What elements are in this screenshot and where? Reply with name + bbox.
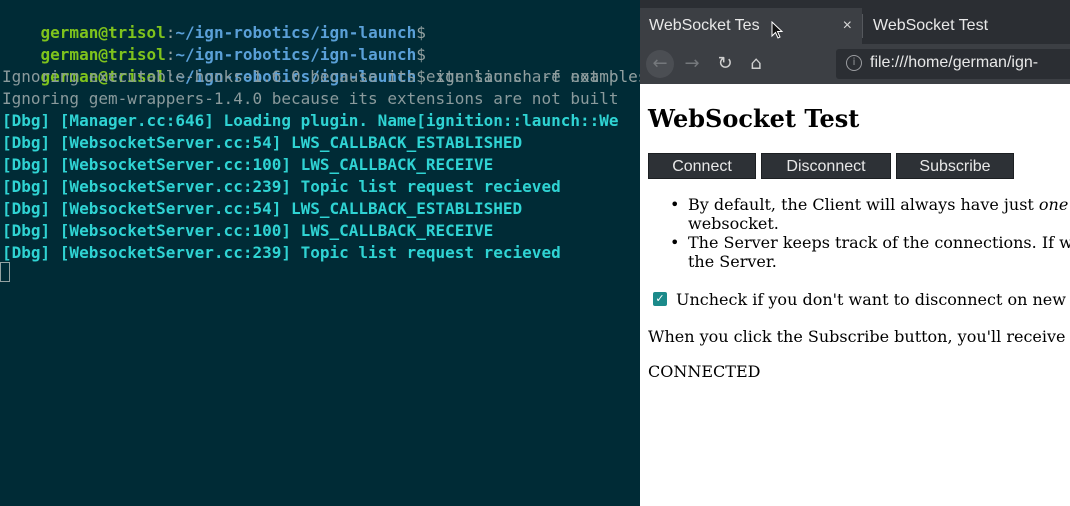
tab-websocket-test[interactable]: WebSocket Test [864,8,1070,44]
connection-status: CONNECTED [648,362,761,381]
bullet-text: By default, the Client will always have … [688,195,1039,214]
browser-window: WebSocket Tes × WebSocket Test ← → ↻ ⌂ i… [640,0,1070,506]
home-icon[interactable]: ⌂ [744,52,768,76]
terminal-prompt-line: german@trisol:~/ign-robotics/ign-launch$ [2,22,426,64]
url-bar[interactable]: i file:///home/german/ign- [836,49,1070,79]
terminal-output-line: [Dbg] [WebsocketServer.cc:100] LWS_CALLB… [2,155,494,174]
terminal-command-line: german@trisol:~/ign-robotics/ign-launch$… [2,44,640,86]
forward-arrow-icon[interactable]: → [680,52,704,76]
back-button[interactable]: ← [646,50,674,78]
terminal-output-line: [Dbg] [WebsocketServer.cc:100] LWS_CALLB… [2,221,494,240]
bullet-text: websocket. [688,214,779,233]
reload-icon[interactable]: ↻ [713,52,737,76]
terminal-window[interactable]: german@trisol:~/ign-robotics/ign-launch$… [0,0,640,506]
bullet-emphasis: one [1038,195,1069,214]
tab-divider [862,14,863,38]
checkbox-label: Uncheck if you don't want to disconnect … [676,290,1070,309]
tab-bar: WebSocket Tes × WebSocket Test [640,0,1070,44]
tab-websocket-test-active[interactable]: WebSocket Tes × [640,8,862,44]
tab-label: WebSocket Tes [649,17,760,34]
list-item: The Server keeps track of the connection… [670,233,1070,271]
info-list: By default, the Client will always have … [670,195,1070,271]
navigation-toolbar: ← → ↻ ⌂ i file:///home/german/ign- [640,44,1070,84]
info-icon[interactable]: i [846,55,862,71]
subscribe-button[interactable]: Subscribe [896,153,1014,179]
terminal-prompt-line: german@trisol:~/ign-robotics/ign-launch$ [2,0,426,42]
back-arrow-icon: ← [652,53,668,74]
terminal-output-line: [Dbg] [WebsocketServer.cc:239] Topic lis… [2,243,561,262]
page-title: WebSocket Test [648,104,860,133]
disconnect-button[interactable]: Disconnect [761,153,891,179]
bullet-text: the Server. [688,252,777,271]
mouse-pointer-icon [771,21,784,39]
terminal-output-line: Ignoring executable-hooks-1.6.0 because … [2,67,619,86]
subscribe-info: When you click the Subscribe button, you… [648,327,1070,346]
terminal-cursor [0,262,10,282]
list-item: By default, the Client will always have … [670,195,1070,233]
connect-button[interactable]: Connect [648,153,756,179]
tab-label: WebSocket Test [873,17,989,34]
terminal-output-line: [Dbg] [WebsocketServer.cc:54] LWS_CALLBA… [2,133,523,152]
terminal-output-line: [Dbg] [WebsocketServer.cc:54] LWS_CALLBA… [2,199,523,218]
disconnect-checkbox[interactable]: ✓ [653,292,667,306]
terminal-output-line: [Dbg] [WebsocketServer.cc:239] Topic lis… [2,177,561,196]
terminal-output-line: [Dbg] [Manager.cc:646] Loading plugin. N… [2,111,619,130]
close-icon[interactable]: × [843,17,852,35]
bullet-text: The Server keeps track of the connection… [688,233,1070,252]
url-text: file:///home/german/ign- [870,54,1039,71]
terminal-output-line: Ignoring gem-wrappers-1.4.0 because its … [2,89,619,108]
